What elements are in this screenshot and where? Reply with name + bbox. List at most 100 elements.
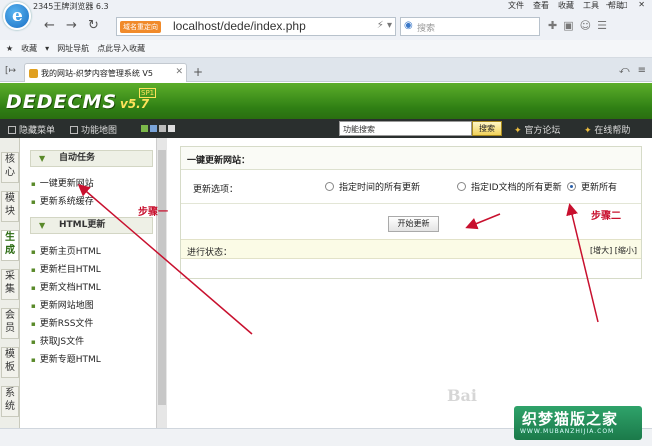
vtab-core[interactable]: 核心 xyxy=(1,152,19,183)
vtab-members[interactable]: 会员 xyxy=(1,308,19,339)
vtab-system[interactable]: 系统 xyxy=(1,386,19,417)
skin-light-icon[interactable] xyxy=(168,125,175,132)
help-link[interactable]: ✦ 在线帮助 xyxy=(584,123,630,136)
vtab-modules[interactable]: 模块 xyxy=(1,191,19,222)
refresh-icon[interactable]: ↻ xyxy=(88,18,99,33)
menu-update-sitemap[interactable]: 更新网站地图 xyxy=(31,298,94,311)
url-field[interactable]: 域名重定向 localhost/dede/index.php ⚡ ▾ xyxy=(116,17,396,36)
game-icon[interactable]: ▣ xyxy=(563,19,573,32)
option-by-time[interactable]: 指定时间的所有更新 xyxy=(325,180,420,193)
watermark-text: 织梦猫版之家 xyxy=(522,410,619,428)
panel-title: 一键更新网站： xyxy=(181,147,641,170)
cms-edition: SP1 xyxy=(139,88,157,98)
favorites-label[interactable]: 收藏 xyxy=(21,43,37,54)
vtab-templates[interactable]: 模板 xyxy=(1,347,19,378)
cms-logo: DEDECMS xyxy=(6,91,118,113)
vertical-tab-bar: 核心 模块 生成 采集 会员 模板 系统 xyxy=(0,138,20,428)
vtab-generate[interactable]: 生成 xyxy=(1,230,19,261)
section-html-update[interactable]: ▼ HTML更新 xyxy=(30,217,153,234)
function-search-input[interactable]: 功能搜索 xyxy=(339,121,472,136)
radio-icon[interactable] xyxy=(325,182,334,191)
tab-restore-icon[interactable]: [↦ xyxy=(5,66,16,76)
search-placeholder: 搜索 xyxy=(417,24,436,34)
tab-active[interactable]: 我的网站-织梦内容管理系统 V5 ✕ xyxy=(24,63,187,82)
browser-title: 2345王牌浏览器 6.3 xyxy=(33,2,109,11)
browser-logo-icon: e xyxy=(3,2,31,30)
close-tab-icon[interactable]: ✕ xyxy=(175,67,183,77)
section-auto-tasks[interactable]: ▼ 自动任务 xyxy=(30,150,153,167)
menu-file[interactable]: 文件 xyxy=(508,0,524,11)
new-tab-icon[interactable]: + xyxy=(193,65,203,79)
cms-header: DEDECMS v5.7 SP1 xyxy=(0,83,652,119)
user-icon[interactable]: ☺ xyxy=(580,19,591,32)
toolbar-icons: ✚ ▣ ☺ ☰ xyxy=(548,19,607,32)
baidu-watermark: Bai xyxy=(447,386,477,405)
menu-update-cache[interactable]: 更新系统缓存 xyxy=(31,194,94,207)
options-label: 更新选项： xyxy=(193,185,239,195)
function-map-button[interactable]: 功能地图 xyxy=(70,123,117,136)
menu-tools[interactable]: 工具 xyxy=(583,0,599,11)
status-row: 进行状态： [增大] [缩小] xyxy=(181,239,641,259)
forum-link[interactable]: ✦ 官方论坛 xyxy=(514,123,560,136)
address-bar-row: ← → ↻ 域名重定向 localhost/dede/index.php ⚡ ▾… xyxy=(0,12,652,40)
menu-update-topics[interactable]: 更新专题HTML xyxy=(31,352,101,365)
cms-version: v5.7 xyxy=(120,97,150,111)
back-arrow-icon[interactable]: ← xyxy=(44,18,55,33)
scrollbar-thumb[interactable] xyxy=(158,150,166,405)
site-watermark: 织梦猫版之家 WWW.MUBANZHIJIA.COM xyxy=(514,406,642,440)
menu-one-click-update[interactable]: 一键更新网站 xyxy=(31,176,94,189)
menu-update-category[interactable]: 更新栏目HTML xyxy=(31,262,101,275)
forward-arrow-icon[interactable]: → xyxy=(66,18,77,33)
skin-green-icon[interactable] xyxy=(141,125,148,132)
left-menu: ▼自动任务 一键更新网站 更新系统缓存 ▼HTML更新 更新主页HTML 更新栏… xyxy=(21,138,156,428)
zoom-controls: [增大] [缩小] xyxy=(590,245,637,256)
menu-update-rss[interactable]: 更新RSS文件 xyxy=(31,316,94,329)
vtab-collect[interactable]: 采集 xyxy=(1,269,19,300)
forum-icon: ✦ xyxy=(514,126,525,136)
menu-favorites[interactable]: 收藏 xyxy=(558,0,574,11)
favorites-star-icon[interactable]: ★ xyxy=(6,44,13,53)
url-text[interactable]: localhost/dede/index.php xyxy=(173,19,306,33)
extension-icon[interactable]: ✚ xyxy=(548,19,557,32)
site-favicon-icon xyxy=(29,69,38,78)
tab-menu-icon[interactable]: ≡ xyxy=(638,65,646,76)
hide-menu-button[interactable]: 隐藏菜单 xyxy=(8,123,55,136)
menu-update-documents[interactable]: 更新文档HTML xyxy=(31,280,101,293)
radio-icon[interactable] xyxy=(457,182,466,191)
skin-switcher[interactable] xyxy=(141,125,175,132)
option-by-id[interactable]: 指定ID文档的所有更新 xyxy=(457,180,562,193)
function-search-button[interactable]: 搜索 xyxy=(472,121,502,136)
search-engine-icon[interactable]: ◉ xyxy=(404,20,413,31)
cms-toolbar: 隐藏菜单 功能地图 功能搜索 搜索 ✦ 官方论坛 ✦ 在线帮助 xyxy=(0,119,652,138)
domain-redirect-badge[interactable]: 域名重定向 xyxy=(120,21,161,33)
skin-blue-icon[interactable] xyxy=(150,125,157,132)
status-label: 进行状态： xyxy=(187,248,233,258)
url-dropdown-icon[interactable]: ⚡ ▾ xyxy=(377,20,392,31)
update-options-row: 更新选项： 指定时间的所有更新 指定ID文档的所有更新 更新所有 xyxy=(181,170,641,204)
update-panel: 一键更新网站： 更新选项： 指定时间的所有更新 指定ID文档的所有更新 更新所有… xyxy=(180,146,642,279)
skin-gray-icon[interactable] xyxy=(159,125,166,132)
browser-titlebar: 2345王牌浏览器 6.3 文件 查看 收藏 工具 帮助 – □ ✕ xyxy=(0,0,652,12)
radio-selected-icon[interactable] xyxy=(567,182,576,191)
zoom-in-link[interactable]: [增大] xyxy=(590,246,612,255)
zoom-out-link[interactable]: [缩小] xyxy=(615,246,637,255)
menu-update-home[interactable]: 更新主页HTML xyxy=(31,244,101,257)
menu-icon[interactable]: ☰ xyxy=(597,19,607,32)
annotation-step1: 步骤一 xyxy=(138,207,168,218)
start-update-button[interactable]: 开始更新 xyxy=(388,216,439,232)
menu-view[interactable]: 查看 xyxy=(533,0,549,11)
collapse-arrow-icon: ▼ xyxy=(39,221,46,230)
window-controls[interactable]: – □ ✕ xyxy=(606,0,649,9)
undo-close-icon[interactable]: ⤺ xyxy=(619,65,630,76)
tab-title[interactable]: 我的网站-织梦内容管理系统 V5 xyxy=(41,68,177,79)
favorites-dropdown-icon[interactable]: ▾ xyxy=(45,44,49,53)
favorites-bar: ★ 收藏 ▾ 网址导航 点此导入收藏 xyxy=(0,40,652,58)
nav-site-link[interactable]: 网址导航 xyxy=(57,43,89,54)
import-favorites-link[interactable]: 点此导入收藏 xyxy=(97,43,145,54)
option-update-all[interactable]: 更新所有 xyxy=(567,180,617,193)
menu-get-js[interactable]: 获取JS文件 xyxy=(31,334,84,347)
hide-menu-icon xyxy=(8,126,16,134)
tab-bar-tools: ⤺ ≡ xyxy=(619,65,646,76)
browser-search-input[interactable]: ◉ 搜索 xyxy=(400,17,540,36)
collapse-arrow-icon: ▼ xyxy=(39,154,46,163)
